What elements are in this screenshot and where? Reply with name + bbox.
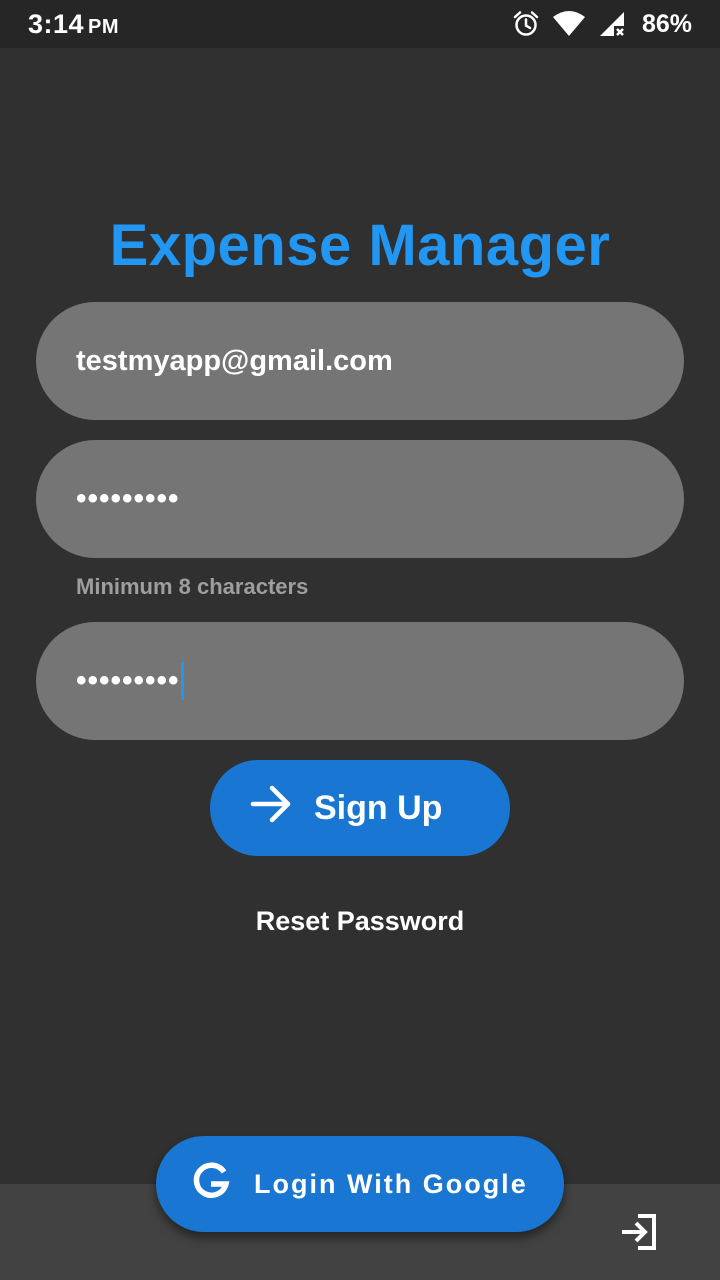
login-with-google-label: Login With Google xyxy=(254,1168,528,1199)
password-value: ••••••••• xyxy=(76,482,180,515)
confirm-password-value: ••••••••• xyxy=(76,664,180,697)
wifi-icon xyxy=(552,10,586,38)
status-bar: 3:14 PM 86% xyxy=(0,0,720,48)
google-g-icon xyxy=(190,1160,232,1209)
sign-up-button[interactable]: Sign Up xyxy=(210,760,510,856)
signal-icon xyxy=(598,10,626,38)
screen: 3:14 PM 86% Expense Manager testmyapp@gm… xyxy=(0,0,720,1280)
sign-up-label: Sign Up xyxy=(314,788,443,827)
password-field[interactable]: ••••••••• xyxy=(36,440,684,558)
alarm-icon xyxy=(512,10,540,38)
status-time: 3:14 PM xyxy=(28,9,119,40)
time-text: 3:14 xyxy=(28,8,85,39)
page-title: Expense Manager xyxy=(109,213,611,278)
battery-percentage: 86% xyxy=(641,9,692,38)
password-helper-text: Minimum 8 characters xyxy=(76,574,309,599)
confirm-password-field[interactable]: ••••••••• xyxy=(36,622,684,740)
login-with-google-button[interactable]: Login With Google xyxy=(156,1136,564,1232)
status-icons: 86% xyxy=(512,10,692,39)
ampm-text: PM xyxy=(88,15,120,38)
arrow-right-icon xyxy=(250,784,294,833)
email-field[interactable]: testmyapp@gmail.com xyxy=(36,302,684,420)
login-icon[interactable] xyxy=(616,1208,664,1256)
email-value: testmyapp@gmail.com xyxy=(76,344,393,377)
text-cursor xyxy=(180,662,184,700)
reset-password-link[interactable]: Reset Password xyxy=(0,906,720,937)
